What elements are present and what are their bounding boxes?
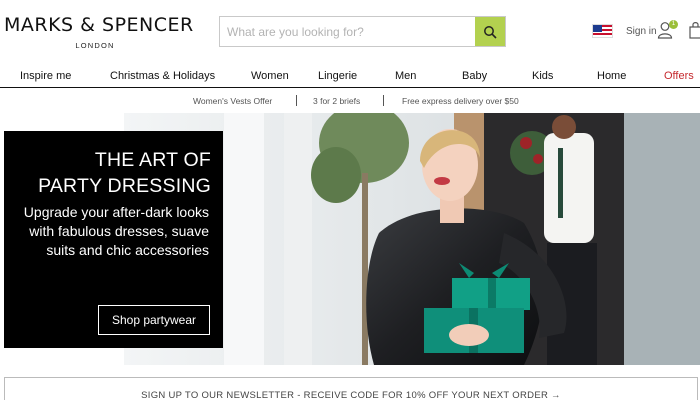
hero-subtitle: Upgrade your after-dark looks with fabul… (23, 204, 209, 258)
promo-divider (383, 95, 384, 106)
hero-title-line-2: PARTY DRESSING (38, 175, 211, 197)
newsletter-text: SIGN UP TO OUR NEWSLETTER - RECEIVE CODE… (141, 390, 561, 400)
search-icon (484, 25, 497, 39)
sign-in-link[interactable]: Sign in (626, 26, 657, 37)
promo-link-vests[interactable]: Women's Vests Offer (193, 96, 272, 106)
search-bar (219, 16, 506, 47)
main-navigation: Inspire me Christmas & Holidays Women Li… (0, 64, 700, 88)
promo-link-delivery[interactable]: Free express delivery over $50 (402, 96, 519, 106)
shop-partywear-button[interactable]: Shop partywear (98, 305, 210, 335)
promo-link-briefs[interactable]: 3 for 2 briefs (313, 96, 360, 106)
logo-wordmark: MARKS & SPENCER (4, 14, 194, 36)
hero-text-panel: THE ART OF PARTY DRESSING Upgrade your a… (4, 131, 223, 348)
brand-logo[interactable]: MARKS & SPENCER LONDON (4, 14, 194, 50)
shopping-bag-icon[interactable] (689, 21, 700, 44)
search-button[interactable] (475, 17, 505, 46)
notification-badge: 1 (669, 20, 678, 29)
nav-item-baby[interactable]: Baby (462, 70, 487, 82)
promo-divider (296, 95, 297, 106)
site-header: MARKS & SPENCER LONDON Sign in 1 (0, 0, 700, 64)
nav-item-kids[interactable]: Kids (532, 70, 553, 82)
search-input[interactable] (220, 17, 477, 46)
newsletter-signup-banner[interactable]: SIGN UP TO OUR NEWSLETTER - RECEIVE CODE… (4, 377, 698, 400)
hero-title-line-1: THE ART OF (94, 149, 211, 171)
nav-item-inspire-me[interactable]: Inspire me (20, 70, 71, 82)
nav-item-home[interactable]: Home (597, 70, 626, 82)
nav-item-women[interactable]: Women (251, 70, 289, 82)
logo-tagline: LONDON (75, 41, 115, 50)
nav-item-christmas-holidays[interactable]: Christmas & Holidays (110, 70, 215, 82)
nav-item-lingerie[interactable]: Lingerie (318, 70, 357, 82)
nav-item-offers[interactable]: Offers (664, 70, 694, 82)
nav-item-men[interactable]: Men (395, 70, 416, 82)
promo-bar: Women's Vests Offer 3 for 2 briefs Free … (0, 89, 700, 113)
us-flag-icon[interactable] (592, 24, 613, 38)
hero-title: THE ART OF PARTY DRESSING (38, 147, 211, 199)
